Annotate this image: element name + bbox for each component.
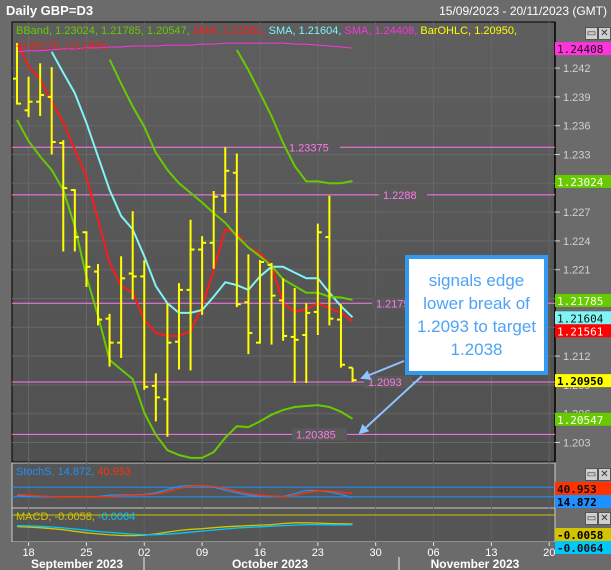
legend-change: -0.00170, (-0.14%) — [16, 40, 108, 52]
price-badge-label: 1.20547 — [557, 414, 603, 427]
macd-label: MACD, — [16, 511, 52, 523]
level-label: 1.20385 — [296, 429, 336, 441]
chart-title: Daily GBP=D3 — [6, 3, 94, 18]
month-label: November 2023 — [431, 557, 520, 570]
macd-value: -0.0058, — [54, 511, 95, 523]
level-label: 1.2093 — [368, 377, 402, 389]
macd-badge-label: -0.0058 — [557, 529, 603, 542]
x-tick-label: 23 — [312, 547, 324, 559]
x-tick-label: 20 — [543, 547, 555, 559]
legend-sma2-label: SMA, — [268, 25, 296, 37]
month-label: September 2023 — [31, 557, 123, 570]
stoch-restore-icon[interactable]: ▭ — [585, 468, 598, 481]
main-panel — [11, 21, 556, 463]
y-tick-label: 1.224 — [563, 236, 591, 248]
y-tick-label: 1.233 — [563, 150, 591, 162]
annotation-line: signals edge — [428, 271, 525, 290]
price-badge-label: 1.21785 — [557, 295, 603, 308]
legend-sma2-value: 1.21604, — [298, 25, 342, 37]
legend-sma1-label: SMA, — [192, 25, 220, 37]
main-close-icon[interactable]: ✕ — [598, 27, 611, 40]
legend-sma1-value: 1.21561, — [222, 25, 266, 37]
legend-ohlc-value: 1.20950, — [474, 25, 518, 37]
annotation-line: 1.2038 — [450, 340, 503, 359]
main-restore-icon[interactable]: ▭ — [585, 27, 598, 40]
macd-legend: MACD, -0.0058, -0.0064 — [16, 511, 135, 523]
stoch-legend: StochS, 14.872, 40.953 — [16, 466, 131, 478]
y-tick-label: 1.227 — [563, 207, 591, 219]
date-range: 15/09/2023 - 20/11/2023 (GMT) — [439, 4, 607, 18]
y-tick-label: 1.203 — [563, 438, 591, 450]
y-tick-label: 1.239 — [563, 92, 591, 104]
x-tick-label: 30 — [370, 547, 382, 559]
month-label: October 2023 — [232, 557, 308, 570]
y-tick-label: 1.242 — [563, 63, 591, 75]
price-badge-label: 1.21561 — [557, 325, 603, 338]
macd-badge-label: -0.0064 — [557, 542, 604, 555]
annotation-line: 1.2093 to target — [416, 317, 537, 336]
y-tick-label: 1.236 — [563, 121, 591, 133]
macd-restore-icon[interactable]: ▭ — [585, 512, 598, 525]
price-badge-label: 1.20950 — [557, 375, 603, 388]
x-tick-label: 09 — [196, 547, 208, 559]
annotation-line: lower break of — [423, 294, 530, 313]
main-legend: BBand, 1.23024, 1.21785, 1.20547, SMA, 1… — [16, 24, 546, 54]
legend-bband-label: BBand, — [16, 25, 53, 37]
stoch-k-value: 14.872, — [57, 466, 95, 478]
y-tick-label: 1.212 — [563, 351, 591, 363]
stoch-label: StochS, — [16, 466, 55, 478]
price-badge-label: 1.23024 — [557, 176, 604, 189]
macd-signal-value: -0.0064 — [97, 511, 136, 523]
legend-sma3-label: SMA, — [344, 25, 372, 37]
price-badge-label: 1.24408 — [557, 43, 603, 56]
legend-bband-values: 1.23024, 1.21785, 1.20547, — [55, 25, 190, 37]
legend-ohlc-label: BarOHLC, — [420, 25, 472, 37]
stoch-close-icon[interactable]: ✕ — [598, 468, 611, 481]
y-tick-label: 1.221 — [563, 265, 591, 277]
stochastic-badge-label: 40.953 — [557, 483, 597, 496]
level-label: 1.2288 — [383, 190, 417, 202]
stochastic-badge-label: 14.872 — [557, 496, 597, 509]
level-label: 1.23375 — [289, 142, 329, 154]
macd-close-icon[interactable]: ✕ — [598, 512, 611, 525]
stoch-d-value: 40.953 — [97, 466, 132, 478]
legend-sma3-value: 1.24408, — [374, 25, 418, 37]
annotation-box: signals edge lower break of 1.2093 to ta… — [405, 255, 548, 375]
price-badge-label: 1.21604 — [557, 312, 604, 325]
